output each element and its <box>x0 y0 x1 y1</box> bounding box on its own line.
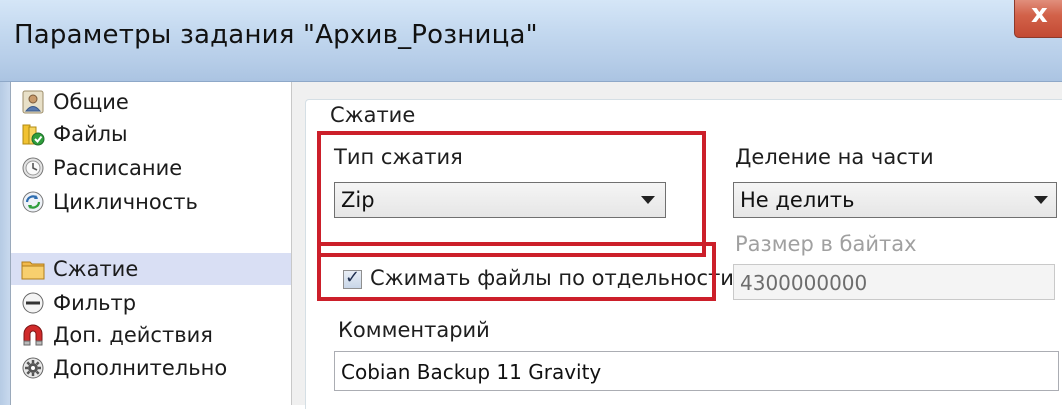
window-titlebar[interactable]: Параметры задания "Архив_Розница" x <box>0 0 1062 82</box>
comment-label: Комментарий <box>338 318 490 342</box>
nav-item-compression[interactable]: Сжатие <box>11 253 291 285</box>
highlight-box-compression-type <box>317 131 706 257</box>
nav-item-general[interactable]: Общие <box>21 86 291 118</box>
nav-item-label: Фильтр <box>53 291 137 315</box>
nav-item-schedule[interactable]: Расписание <box>21 152 291 184</box>
nav-item-label: Общие <box>53 90 129 114</box>
nav-item-extra-actions[interactable]: Доп. действия <box>21 319 291 351</box>
window-frame-left <box>0 82 10 405</box>
clock-icon <box>21 156 45 180</box>
size-label: Размер в байтах <box>735 232 917 256</box>
size-value: 4300000000 <box>740 271 868 295</box>
folder-icon <box>21 257 45 281</box>
nav-item-filter[interactable]: Фильтр <box>21 287 291 319</box>
user-icon <box>21 90 45 114</box>
close-button[interactable]: x <box>1014 0 1062 38</box>
files-icon <box>21 122 45 146</box>
split-label: Деление на части <box>735 145 934 169</box>
comment-input[interactable]: Cobian Backup 11 Gravity <box>334 351 1059 391</box>
split-dropdown[interactable]: Не делить <box>733 182 1057 218</box>
gear-icon <box>21 356 45 380</box>
cycle-icon <box>21 190 45 214</box>
nav-item-advanced[interactable]: Дополнительно <box>21 352 291 384</box>
split-value: Не делить <box>740 188 855 212</box>
close-icon: x <box>1031 0 1048 29</box>
size-input[interactable]: 4300000000 <box>733 264 1055 300</box>
comment-value: Cobian Backup 11 Gravity <box>341 360 602 384</box>
chevron-down-icon <box>1034 196 1048 204</box>
nav-item-label: Расписание <box>53 156 183 180</box>
magnet-icon <box>21 323 45 347</box>
window-title: Параметры задания "Архив_Розница" <box>14 20 538 50</box>
settings-nav: Общие Файлы Расписание Цикличность Сжати… <box>10 82 292 405</box>
nav-item-label: Сжатие <box>53 257 139 281</box>
nav-item-label: Дополнительно <box>53 356 228 380</box>
nav-item-label: Цикличность <box>53 190 198 214</box>
group-title: Сжатие <box>330 103 416 127</box>
nav-item-files[interactable]: Файлы <box>21 118 291 150</box>
highlight-box-separate-files <box>317 242 716 301</box>
filter-icon <box>21 291 45 315</box>
nav-item-label: Файлы <box>53 122 128 146</box>
nav-item-label: Доп. действия <box>53 323 213 347</box>
nav-item-cyclicity[interactable]: Цикличность <box>21 186 291 218</box>
